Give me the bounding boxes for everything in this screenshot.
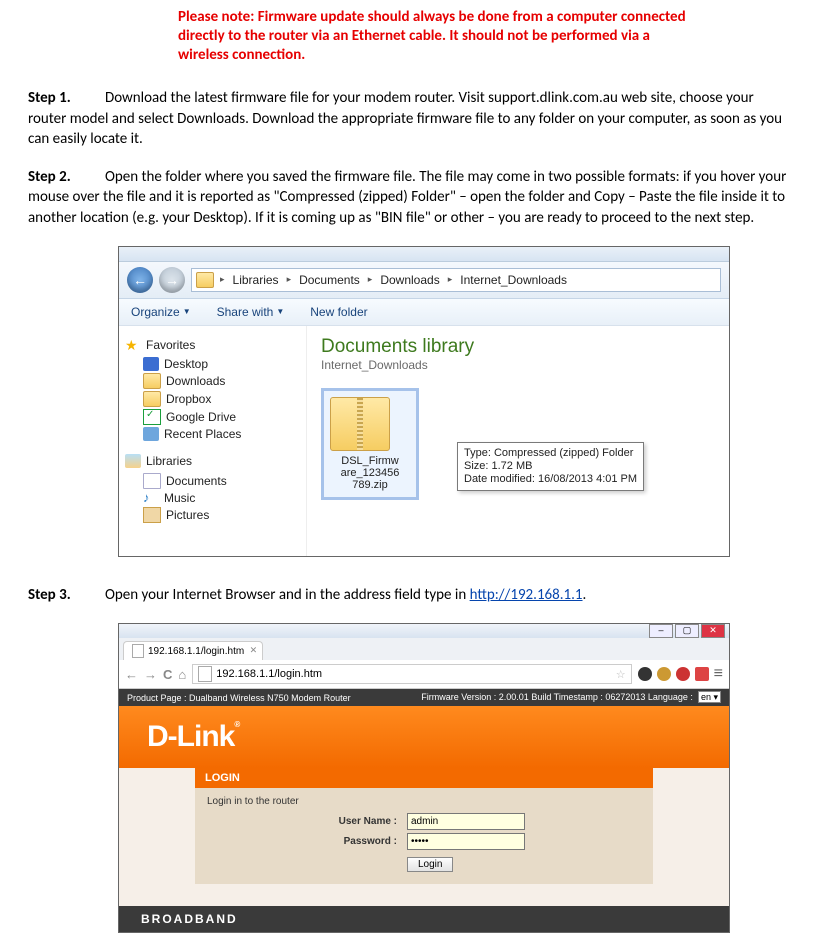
content-pane: Documents library Internet_Downloads DSL…: [306, 326, 729, 556]
google-drive-icon: [143, 409, 161, 425]
desktop-icon: [143, 357, 159, 371]
new-folder-button[interactable]: New folder: [310, 305, 367, 319]
nav-music[interactable]: ♪Music: [125, 490, 300, 506]
browser-menu-icon[interactable]: ≡: [714, 667, 723, 681]
browser-home-button[interactable]: ⌂: [178, 667, 186, 682]
nav-favorites[interactable]: ★Favorites: [125, 338, 300, 352]
page-icon: [198, 666, 212, 682]
step-2-text: Open the folder where you saved the firm…: [28, 168, 786, 227]
folder-icon: [143, 373, 161, 389]
browser-screenshot: – ▢ ✕ 192.168.1.1/login.htm ✕ ← → C ⌂ 19…: [118, 623, 730, 933]
navigation-pane: ★Favorites Desktop Downloads Dropbox Goo…: [119, 326, 306, 556]
broadband-bar: BROADBAND: [119, 906, 729, 932]
music-icon: ♪: [143, 491, 159, 505]
bookmark-star-icon[interactable]: ☆: [616, 668, 626, 681]
nav-back-button[interactable]: ←: [127, 267, 153, 293]
library-subtitle: Internet_Downloads: [321, 358, 715, 372]
browser-back-button[interactable]: ←: [125, 667, 138, 682]
step-3-text-before: Open your Internet Browser and in the ad…: [105, 586, 470, 604]
password-label: Password :: [207, 836, 407, 847]
username-label: User Name :: [207, 816, 407, 827]
page-icon: [132, 644, 144, 658]
crumb-downloads[interactable]: Downloads: [378, 273, 441, 287]
folder-icon: [143, 391, 161, 407]
extension-icon[interactable]: [657, 667, 671, 681]
step-3-text-after: .: [583, 586, 587, 604]
nav-pictures[interactable]: Pictures: [125, 506, 300, 524]
nav-documents[interactable]: Documents: [125, 472, 300, 490]
nav-forward-button[interactable]: →: [159, 267, 185, 293]
library-title: Documents library: [321, 336, 715, 358]
file-tooltip: Type: Compressed (zipped) Folder Size: 1…: [457, 442, 644, 492]
login-hint: Login in to the router: [207, 796, 641, 807]
step-1-text: Download the latest firmware file for yo…: [28, 89, 782, 148]
nav-libraries[interactable]: Libraries: [125, 454, 300, 468]
login-heading: LOGIN: [195, 768, 653, 788]
tooltip-size: Size: 1.72 MB: [464, 460, 637, 473]
nav-dropbox[interactable]: Dropbox: [125, 390, 300, 408]
language-select[interactable]: en ▾: [698, 691, 721, 703]
browser-forward-button[interactable]: →: [144, 667, 157, 682]
nav-desktop[interactable]: Desktop: [125, 356, 300, 372]
share-with-menu[interactable]: Share with ▼: [217, 305, 285, 319]
login-button[interactable]: Login: [407, 857, 453, 872]
extension-icon[interactable]: [676, 667, 690, 681]
organize-menu[interactable]: Organize ▼: [131, 305, 191, 319]
zip-folder-icon: [330, 397, 390, 451]
window-close-button[interactable]: ✕: [701, 624, 725, 638]
tab-title: 192.168.1.1/login.htm: [148, 646, 244, 657]
url-text: 192.168.1.1/login.htm: [216, 668, 322, 680]
firmware-meta-text: Firmware Version : 2.00.01 Build Timesta…: [421, 692, 693, 702]
tooltip-type: Type: Compressed (zipped) Folder: [464, 447, 637, 460]
file-name-line1: DSL_Firmw: [330, 455, 410, 467]
dlink-logo: D-Link®: [147, 720, 239, 754]
libraries-icon: [125, 454, 141, 468]
nav-recent-places[interactable]: Recent Places: [125, 426, 300, 442]
product-page-text: Product Page : Dualband Wireless N750 Mo…: [127, 693, 351, 703]
extension-icon[interactable]: [638, 667, 652, 681]
firmware-zip-file[interactable]: DSL_Firmw are_123456 789.zip: [321, 388, 419, 500]
step-1-label: Step 1.: [28, 88, 88, 108]
crumb-documents[interactable]: Documents: [297, 273, 362, 287]
address-bar[interactable]: ▸ Libraries ▸ Documents ▸ Downloads ▸ In…: [191, 268, 721, 292]
file-name-line2: are_123456: [330, 467, 410, 479]
nav-downloads[interactable]: Downloads: [125, 372, 300, 390]
tab-close-icon[interactable]: ✕: [250, 645, 258, 656]
folder-icon: [196, 272, 214, 288]
document-icon: [143, 473, 161, 489]
password-input[interactable]: [407, 833, 525, 850]
browser-tab[interactable]: 192.168.1.1/login.htm ✕: [123, 641, 263, 660]
recent-icon: [143, 427, 159, 441]
window-maximize-button[interactable]: ▢: [675, 624, 699, 638]
tooltip-date: Date modified: 16/08/2013 4:01 PM: [464, 473, 637, 486]
step-2-label: Step 2.: [28, 167, 88, 187]
window-minimize-button[interactable]: –: [649, 624, 673, 638]
browser-reload-button[interactable]: C: [163, 667, 172, 682]
file-name-line3: 789.zip: [330, 479, 410, 491]
star-icon: ★: [125, 338, 141, 352]
nav-google-drive[interactable]: Google Drive: [125, 408, 300, 426]
crumb-internet-downloads[interactable]: Internet_Downloads: [458, 273, 569, 287]
step-3: Step 3. Open your Internet Browser and i…: [28, 585, 788, 605]
router-ip-link[interactable]: http://192.168.1.1: [470, 586, 583, 604]
firmware-warning: Please note: Firmware update should alwa…: [178, 8, 688, 64]
extension-icon[interactable]: [695, 667, 709, 681]
explorer-screenshot: ← → ▸ Libraries ▸ Documents ▸ Downloads …: [118, 246, 730, 557]
crumb-libraries[interactable]: Libraries: [231, 273, 281, 287]
pictures-icon: [143, 507, 161, 523]
username-input[interactable]: [407, 813, 525, 830]
browser-address-bar[interactable]: 192.168.1.1/login.htm ☆: [192, 664, 631, 684]
step-1: Step 1. Download the latest firmware fil…: [28, 88, 788, 149]
step-2: Step 2. Open the folder where you saved …: [28, 167, 788, 228]
step-3-label: Step 3.: [28, 585, 88, 605]
